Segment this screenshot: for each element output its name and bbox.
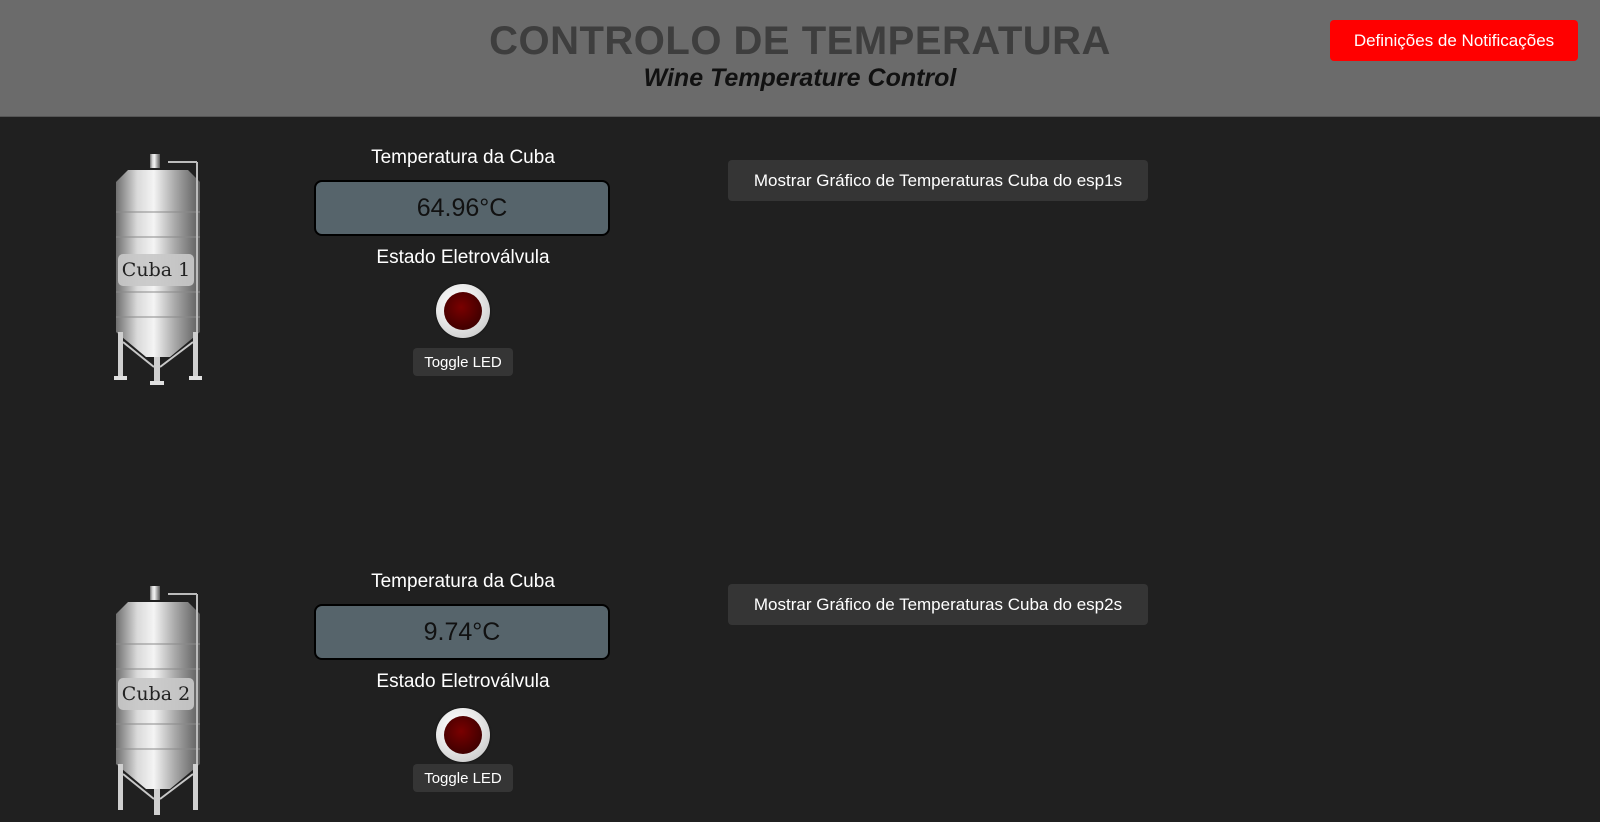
- tank-label: Cuba 1: [118, 254, 194, 286]
- toggle-led-button[interactable]: Toggle LED: [413, 764, 513, 792]
- valve-led-indicator: [436, 708, 490, 762]
- temperature-readout: 9.74°C: [314, 604, 610, 660]
- page-subtitle: Wine Temperature Control: [643, 64, 957, 92]
- temperature-heading: Temperatura da Cuba: [371, 147, 555, 168]
- valve-led-indicator: [436, 284, 490, 338]
- valve-status-heading: Estado Eletroválvula: [376, 671, 550, 692]
- temperature-readout: 64.96°C: [314, 180, 610, 236]
- tank-label: Cuba 2: [118, 678, 194, 710]
- notification-settings-button[interactable]: Definições de Notificações: [1330, 20, 1578, 61]
- show-temperature-chart-button[interactable]: Mostrar Gráfico de Temperaturas Cuba do …: [728, 584, 1148, 625]
- toggle-led-button[interactable]: Toggle LED: [413, 348, 513, 376]
- valve-status-heading: Estado Eletroválvula: [376, 247, 550, 268]
- page-header: CONTROLO DE TEMPERATURA Wine Temperature…: [0, 0, 1600, 117]
- cuba-panel-2: Cuba 2 Temperatura da Cuba 9.74°C Estado…: [0, 548, 1600, 815]
- show-temperature-chart-button[interactable]: Mostrar Gráfico de Temperaturas Cuba do …: [728, 160, 1148, 201]
- temperature-heading: Temperatura da Cuba: [371, 571, 555, 592]
- led-light: [444, 292, 482, 330]
- cuba-panel-1: Cuba 1 Temperatura da Cuba 64.96°C Estad…: [0, 116, 1600, 385]
- led-light: [444, 716, 482, 754]
